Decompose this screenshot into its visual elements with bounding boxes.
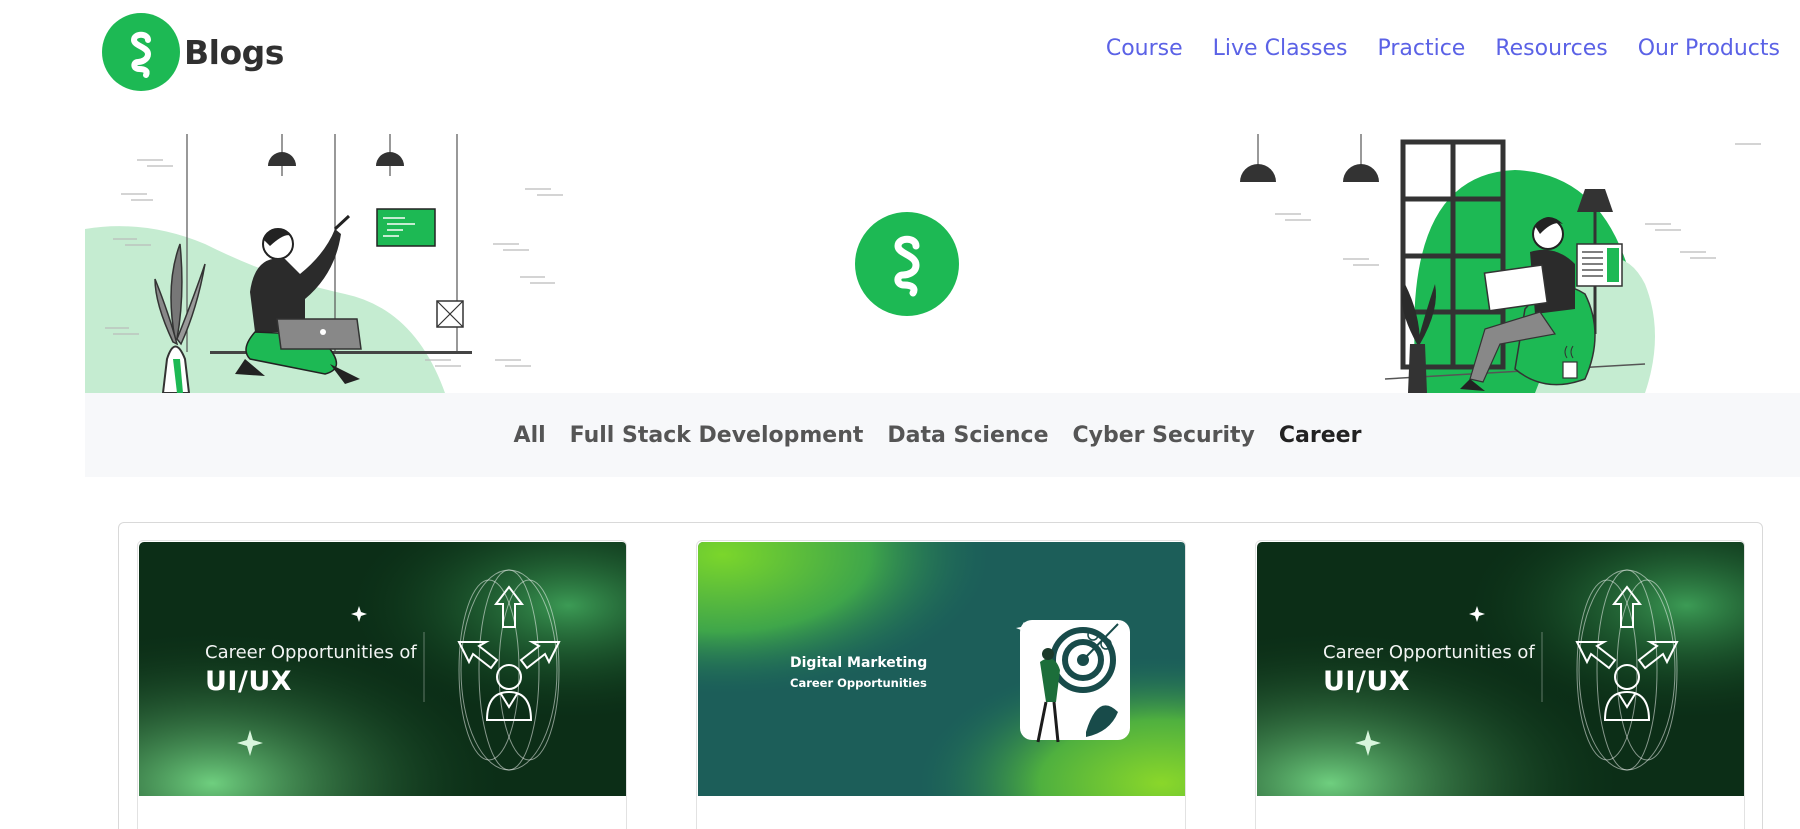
main-nav: Course Live Classes Practice Resources O… [1106, 36, 1780, 61]
gfg-logo-icon [102, 13, 180, 91]
category-full-stack-development[interactable]: Full Stack Development [570, 423, 864, 448]
card-thumbnail[interactable]: Career Opportunities of UI/UX [1257, 542, 1744, 796]
category-data-science[interactable]: Data Science [887, 423, 1048, 448]
card-title-line1: Career Opportunities of [1323, 642, 1535, 663]
nav-resources[interactable]: Resources [1495, 36, 1607, 61]
nav-practice[interactable]: Practice [1377, 36, 1465, 61]
category-career[interactable]: Career [1279, 423, 1362, 448]
nav-our-products[interactable]: Our Products [1638, 36, 1780, 61]
card-title-line2: UI/UX [205, 666, 293, 697]
category-filter-bar: All Full Stack Development Data Science … [85, 393, 1800, 477]
hero-illustration [85, 134, 1761, 393]
card-title-line1: Career Opportunities of [205, 642, 417, 663]
blog-card[interactable]: Career Opportunities of UI/UX [137, 540, 627, 829]
blog-card[interactable]: Digital Marketing Career Opportunities [696, 540, 1186, 829]
card-title-line2: Career Opportunities [790, 676, 927, 690]
card-thumbnail[interactable]: Career Opportunities of UI/UX [139, 542, 626, 796]
site-logo[interactable]: Blogs [102, 13, 284, 91]
blog-card[interactable]: Career Opportunities of UI/UX [1255, 540, 1745, 829]
card-title-line2: UI/UX [1323, 666, 1411, 697]
digital-marketing-thumbnail-art [698, 542, 1185, 796]
nav-course[interactable]: Course [1106, 36, 1183, 61]
hero-banner [85, 134, 1800, 393]
category-cyber-security[interactable]: Cyber Security [1073, 423, 1255, 448]
card-thumbnail[interactable]: Digital Marketing Career Opportunities [698, 542, 1185, 796]
nav-live-classes[interactable]: Live Classes [1213, 36, 1348, 61]
blog-cards-container: Career Opportunities of UI/UX Digital Ma… [118, 522, 1763, 829]
category-all[interactable]: All [514, 423, 546, 448]
card-title-line1: Digital Marketing [790, 655, 928, 671]
site-header: Blogs Course Live Classes Practice Resou… [0, 0, 1800, 110]
logo-text: Blogs [184, 32, 284, 72]
